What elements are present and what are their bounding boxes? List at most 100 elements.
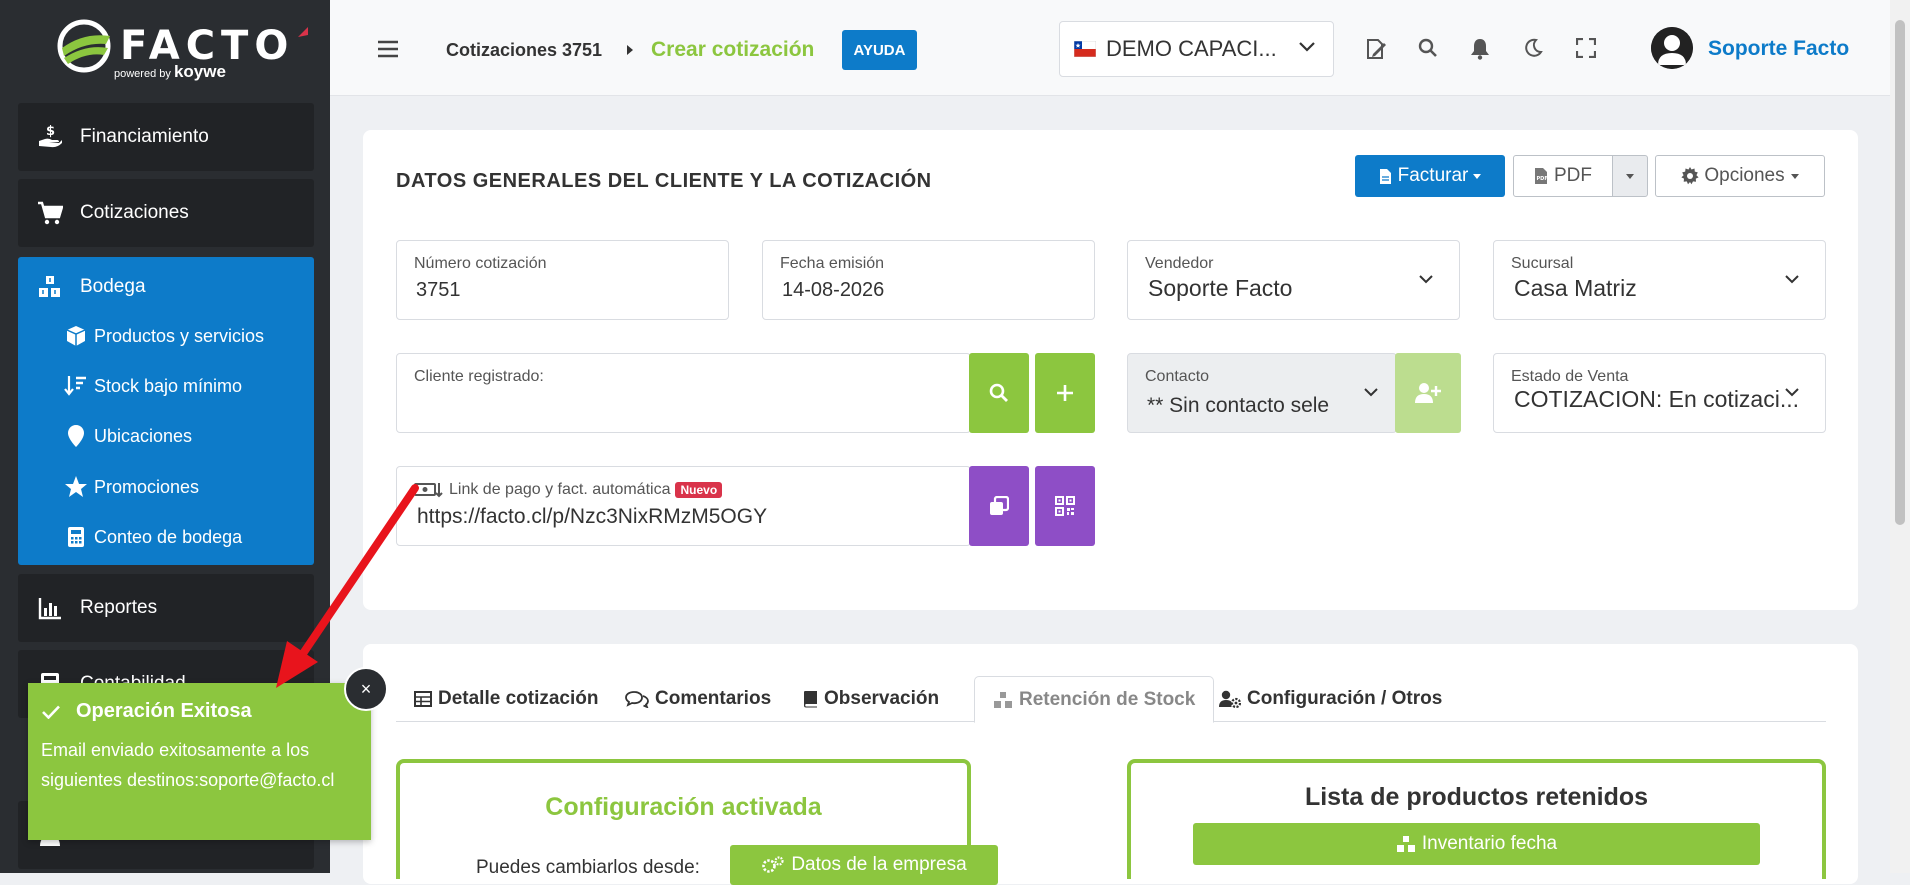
boxes-icon bbox=[1396, 836, 1415, 852]
quote-number-field[interactable]: Número cotización 3751 bbox=[396, 240, 729, 320]
menu-toggle-icon[interactable] bbox=[377, 40, 399, 58]
sidebar-group-bodega: Bodega Productos y servicios Stock bajo … bbox=[18, 257, 314, 565]
sale-status-label: Estado de Venta bbox=[1511, 368, 1629, 385]
svg-text:PDF: PDF bbox=[1537, 176, 1548, 182]
chevron-down-icon bbox=[1364, 388, 1378, 397]
contact-select[interactable]: Contacto ** Sin contacto sele bbox=[1127, 353, 1397, 433]
page-scrollbar[interactable] bbox=[1890, 0, 1910, 873]
user-name[interactable]: Soporte Facto bbox=[1708, 37, 1849, 61]
success-toast: Operación Exitosa Email enviado exitosam… bbox=[28, 683, 371, 840]
toast-close-button[interactable]: × bbox=[344, 667, 388, 711]
copy-link-button[interactable] bbox=[969, 466, 1029, 546]
user-gear-icon bbox=[1219, 690, 1241, 708]
quote-number-label: Número cotización bbox=[414, 255, 547, 272]
tab-configuracion[interactable]: Configuración / Otros bbox=[1201, 676, 1460, 722]
gear-icon bbox=[1681, 167, 1699, 185]
tab-retencion-stock[interactable]: Retención de Stock bbox=[974, 676, 1215, 723]
options-button[interactable]: Opciones bbox=[1655, 155, 1825, 197]
gears-icon bbox=[762, 856, 784, 873]
retained-products-panel: Lista de productos retenidos Inventario … bbox=[1127, 759, 1826, 879]
qr-code-icon bbox=[1055, 496, 1075, 516]
payment-link-field[interactable]: Link de pago y fact. automática Nuevo ht… bbox=[396, 466, 971, 546]
logo-powered-by: powered by koywe bbox=[114, 62, 226, 82]
tab-detalle[interactable]: Detalle cotización bbox=[396, 676, 617, 722]
sidebar-subitem-label: Stock bajo mínimo bbox=[94, 375, 243, 396]
fullscreen-icon[interactable] bbox=[1576, 38, 1596, 58]
sidebar-item-label: Bodega bbox=[80, 276, 146, 297]
client-search-button[interactable] bbox=[969, 353, 1029, 433]
tab-label: Retención de Stock bbox=[1019, 688, 1196, 710]
scrollbar-thumb[interactable] bbox=[1895, 20, 1905, 525]
contact-label: Contacto bbox=[1145, 368, 1210, 385]
branch-value: Casa Matriz bbox=[1514, 275, 1637, 301]
comments-icon bbox=[625, 691, 649, 708]
branch-select[interactable]: Sucursal Casa Matriz bbox=[1493, 240, 1826, 320]
calculator-icon bbox=[64, 525, 88, 549]
check-icon bbox=[42, 705, 60, 719]
payment-link-value: https://facto.cl/p/Nzc3NixRMzM5OGY bbox=[417, 505, 768, 528]
add-contact-button[interactable] bbox=[1395, 353, 1461, 433]
client-label: Cliente registrado: bbox=[414, 368, 544, 385]
dark-mode-icon[interactable] bbox=[1523, 38, 1543, 58]
issue-date-label: Fecha emisión bbox=[780, 255, 885, 272]
breadcrumb-parent[interactable]: Cotizaciones 3751 bbox=[446, 40, 602, 61]
general-data-card: DATOS GENERALES DEL CLIENTE Y LA COTIZAC… bbox=[363, 130, 1858, 610]
retained-products-title: Lista de productos retenidos bbox=[1304, 783, 1649, 811]
inventory-date-button-label: Inventario fecha bbox=[1421, 833, 1558, 854]
invoice-button-label: Facturar bbox=[1397, 165, 1469, 186]
edit-document-icon[interactable] bbox=[1365, 38, 1387, 60]
pdf-button[interactable]: PDF PDF bbox=[1513, 155, 1613, 197]
config-title: Configuración activada bbox=[545, 793, 822, 821]
inventory-date-button[interactable]: Inventario fecha bbox=[1193, 823, 1760, 865]
qr-code-button[interactable] bbox=[1035, 466, 1095, 546]
star-icon bbox=[64, 475, 88, 499]
sidebar-subitem-stock[interactable]: Stock bajo mínimo bbox=[64, 374, 242, 398]
caret-down-icon bbox=[1473, 173, 1482, 179]
seller-select[interactable]: Vendedor Soporte Facto bbox=[1127, 240, 1460, 320]
invoice-button[interactable]: Facturar bbox=[1355, 155, 1505, 197]
tab-observacion[interactable]: Observación bbox=[785, 676, 957, 722]
pdf-dropdown-button[interactable] bbox=[1612, 155, 1648, 197]
sort-down-icon bbox=[64, 374, 88, 398]
boxes-icon bbox=[36, 273, 64, 301]
avatar[interactable] bbox=[1651, 27, 1693, 69]
company-data-button[interactable]: Datos de la empresa bbox=[730, 845, 998, 885]
boxes-icon bbox=[994, 691, 1012, 708]
book-icon bbox=[804, 691, 817, 708]
search-icon[interactable] bbox=[1418, 38, 1438, 58]
sidebar-item-bodega[interactable]: Bodega bbox=[36, 273, 146, 301]
sidebar-item-financiamiento[interactable]: $ Financiamiento bbox=[18, 103, 314, 171]
tab-comentarios[interactable]: Comentarios bbox=[607, 676, 789, 722]
new-badge: Nuevo bbox=[675, 482, 723, 498]
sidebar-subitem-promociones[interactable]: Promociones bbox=[64, 475, 199, 499]
help-button[interactable]: AYUDA bbox=[842, 30, 917, 70]
add-client-button[interactable] bbox=[1035, 353, 1095, 433]
issue-date-field[interactable]: Fecha emisión 14-08-2026 bbox=[762, 240, 1095, 320]
chevron-down-icon bbox=[1785, 275, 1799, 284]
config-panel: Configuración activada Puedes cambiarlos… bbox=[396, 759, 998, 885]
sidebar-subitem-productos[interactable]: Productos y servicios bbox=[64, 324, 264, 348]
sidebar-item-label: Financiamiento bbox=[80, 126, 209, 147]
svg-text:$: $ bbox=[46, 124, 55, 139]
sidebar-item-reportes[interactable]: Reportes bbox=[18, 574, 314, 642]
toast-message: Email enviado exitosamente a los siguien… bbox=[41, 740, 335, 790]
map-pin-icon bbox=[64, 424, 88, 448]
sidebar-subitem-conteo[interactable]: Conteo de bodega bbox=[64, 525, 242, 549]
sale-status-select[interactable]: Estado de Venta COTIZACION: En cotizaci.… bbox=[1493, 353, 1826, 433]
quote-detail-card: Detalle cotización Comentarios Observaci… bbox=[363, 644, 1858, 885]
bell-icon[interactable] bbox=[1470, 38, 1490, 60]
issue-date-value: 14-08-2026 bbox=[782, 279, 885, 301]
toast-title: Operación Exitosa bbox=[42, 700, 252, 723]
toast-title-text: Operación Exitosa bbox=[76, 700, 252, 722]
sidebar-item-cotizaciones[interactable]: Cotizaciones bbox=[18, 179, 314, 247]
sidebar-subitem-ubicaciones[interactable]: Ubicaciones bbox=[64, 424, 192, 448]
payment-link-label: Link de pago y fact. automática Nuevo bbox=[414, 481, 723, 499]
company-selector[interactable]: DEMO CAPACI... bbox=[1059, 21, 1334, 77]
copy-icon bbox=[990, 496, 1009, 515]
chile-flag-icon bbox=[1074, 41, 1096, 57]
company-name: DEMO CAPACI... bbox=[1106, 36, 1277, 61]
page-title: DATOS GENERALES DEL CLIENTE Y LA COTIZAC… bbox=[396, 170, 932, 192]
logo-text: FACTO bbox=[120, 23, 295, 69]
seller-label: Vendedor bbox=[1145, 255, 1214, 272]
client-search-input[interactable]: Cliente registrado: bbox=[396, 353, 971, 433]
